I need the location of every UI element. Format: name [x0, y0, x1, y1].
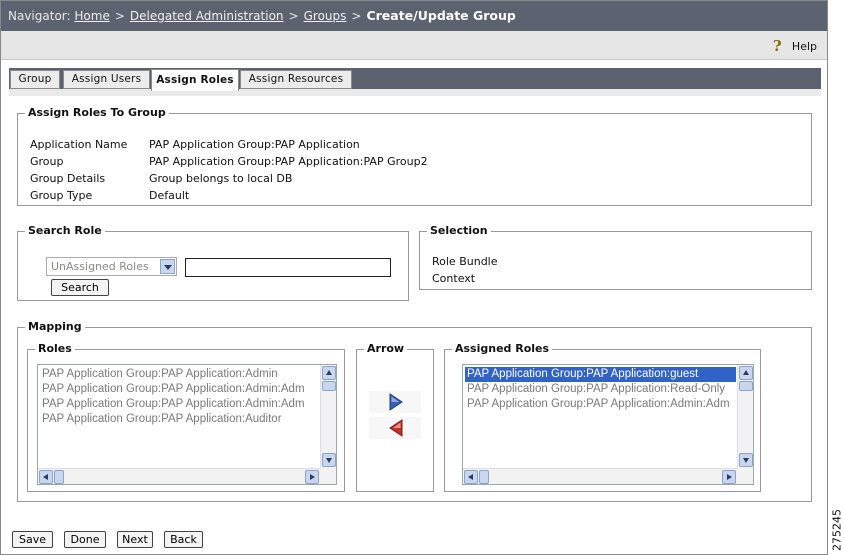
group-details-value: Group belongs to local DB: [149, 172, 293, 185]
mapping-fieldset: Mapping Roles PAP Application Group:PAP …: [17, 320, 812, 502]
scroll-right-icon[interactable]: [305, 470, 319, 484]
remove-role-button[interactable]: [369, 417, 421, 439]
figure-number-text: 275245: [830, 509, 843, 551]
arrow-left-icon: [389, 419, 403, 437]
breadcrumb-separator: >: [114, 9, 125, 23]
help-link[interactable]: ? Help: [773, 38, 817, 54]
scroll-down-icon[interactable]: [739, 453, 753, 467]
scroll-down-icon[interactable]: [322, 453, 336, 467]
breadcrumb-delegated-administration[interactable]: Delegated Administration: [130, 9, 284, 23]
assigned-horizontal-scrollbar[interactable]: [463, 468, 737, 484]
assigned-roles-legend: Assigned Roles: [452, 342, 553, 355]
tab-assign-resources[interactable]: Assign Resources: [240, 70, 352, 89]
roles-fieldset: Roles PAP Application Group:PAP Applicat…: [27, 342, 345, 492]
tab-strip: [9, 89, 821, 96]
mapping-legend: Mapping: [25, 320, 85, 333]
context-label: Context: [432, 272, 476, 285]
assign-roles-fieldset: Assign Roles To Group Application Name P…: [17, 106, 812, 206]
roles-horizontal-scrollbar[interactable]: [38, 468, 320, 484]
search-role-fieldset: Search Role UnAssigned Roles Search: [17, 224, 409, 301]
list-item[interactable]: PAP Application Group:PAP Application:Ad…: [40, 382, 319, 397]
assigned-roles-fieldset: Assigned Roles PAP Application Group:PAP…: [444, 342, 761, 492]
help-label: Help: [791, 39, 817, 53]
breadcrumb-separator: >: [288, 9, 299, 23]
done-button[interactable]: Done: [64, 531, 106, 548]
search-input[interactable]: [185, 258, 391, 277]
assigned-roles-listbox[interactable]: PAP Application Group:PAP Application:gu…: [462, 364, 754, 485]
selection-legend: Selection: [427, 224, 491, 237]
list-item[interactable]: PAP Application Group:PAP Application:Ad…: [40, 397, 319, 412]
help-bar: ? Help: [1, 31, 827, 60]
role-bundle-label: Role Bundle: [432, 255, 498, 268]
scroll-thumb[interactable]: [54, 470, 64, 484]
assign-roles-legend: Assign Roles To Group: [25, 106, 169, 119]
breadcrumb-separator: >: [351, 9, 362, 23]
application-name-value: PAP Application Group:PAP Application: [149, 138, 360, 151]
roles-vertical-scrollbar[interactable]: [320, 365, 336, 468]
arrow-fieldset: Arrow: [356, 342, 434, 492]
scroll-corner: [320, 468, 336, 484]
selection-fieldset: Selection Role Bundle Context: [419, 224, 812, 290]
scroll-thumb[interactable]: [739, 381, 753, 391]
application-name-label: Application Name: [30, 138, 128, 151]
scroll-thumb[interactable]: [322, 381, 336, 391]
list-item-selected[interactable]: PAP Application Group:PAP Application:gu…: [465, 367, 736, 382]
scroll-corner: [737, 468, 753, 484]
role-filter-value: UnAssigned Roles: [51, 260, 149, 273]
scroll-up-icon[interactable]: [739, 366, 753, 380]
page-title: Create/Update Group: [366, 8, 516, 23]
assigned-list-items: PAP Application Group:PAP Application:gu…: [465, 367, 736, 467]
breadcrumb-home[interactable]: Home: [74, 9, 109, 23]
list-item[interactable]: PAP Application Group:PAP Application:Ad…: [465, 397, 736, 412]
roles-listbox[interactable]: PAP Application Group:PAP Application:Ad…: [37, 364, 337, 485]
role-filter-select[interactable]: UnAssigned Roles: [46, 257, 177, 276]
window-frame: Navigator: Home > Delegated Administration…: [0, 0, 828, 555]
group-type-label: Group Type: [30, 189, 93, 202]
breadcrumb-groups[interactable]: Groups: [304, 9, 347, 23]
navigator-bar: Navigator: Home > Delegated Administration…: [1, 1, 827, 31]
roles-list-items: PAP Application Group:PAP Application:Ad…: [40, 367, 319, 467]
list-item[interactable]: PAP Application Group:PAP Application:Ad…: [40, 367, 319, 382]
arrow-right-icon: [389, 393, 403, 411]
figure-number: 275245: [829, 505, 844, 555]
tab-group[interactable]: Group: [10, 70, 60, 89]
arrow-legend: Arrow: [364, 342, 408, 355]
list-item[interactable]: PAP Application Group:PAP Application:Re…: [465, 382, 736, 397]
save-button[interactable]: Save: [12, 531, 53, 548]
tab-assign-roles[interactable]: Assign Roles: [151, 69, 239, 91]
scroll-right-icon[interactable]: [722, 470, 736, 484]
group-label: Group: [30, 155, 64, 168]
tab-assign-users[interactable]: Assign Users: [63, 70, 150, 89]
search-button[interactable]: Search: [51, 279, 109, 296]
back-button[interactable]: Back: [164, 531, 203, 548]
navigator-label: Navigator:: [8, 9, 71, 23]
next-button[interactable]: Next: [117, 531, 153, 548]
roles-legend: Roles: [35, 342, 75, 355]
chevron-down-icon: [160, 259, 175, 274]
list-item[interactable]: PAP Application Group:PAP Application:Au…: [40, 412, 319, 427]
scroll-left-icon[interactable]: [464, 470, 478, 484]
search-role-legend: Search Role: [25, 224, 105, 237]
scroll-left-icon[interactable]: [39, 470, 53, 484]
help-question-icon: ?: [772, 37, 782, 55]
assigned-vertical-scrollbar[interactable]: [737, 365, 753, 468]
group-value: PAP Application Group:PAP Application:PA…: [149, 155, 428, 168]
group-type-value: Default: [149, 189, 190, 202]
group-details-label: Group Details: [30, 172, 106, 185]
scroll-up-icon[interactable]: [322, 366, 336, 380]
add-role-button[interactable]: [369, 391, 421, 413]
scroll-thumb[interactable]: [479, 470, 489, 484]
